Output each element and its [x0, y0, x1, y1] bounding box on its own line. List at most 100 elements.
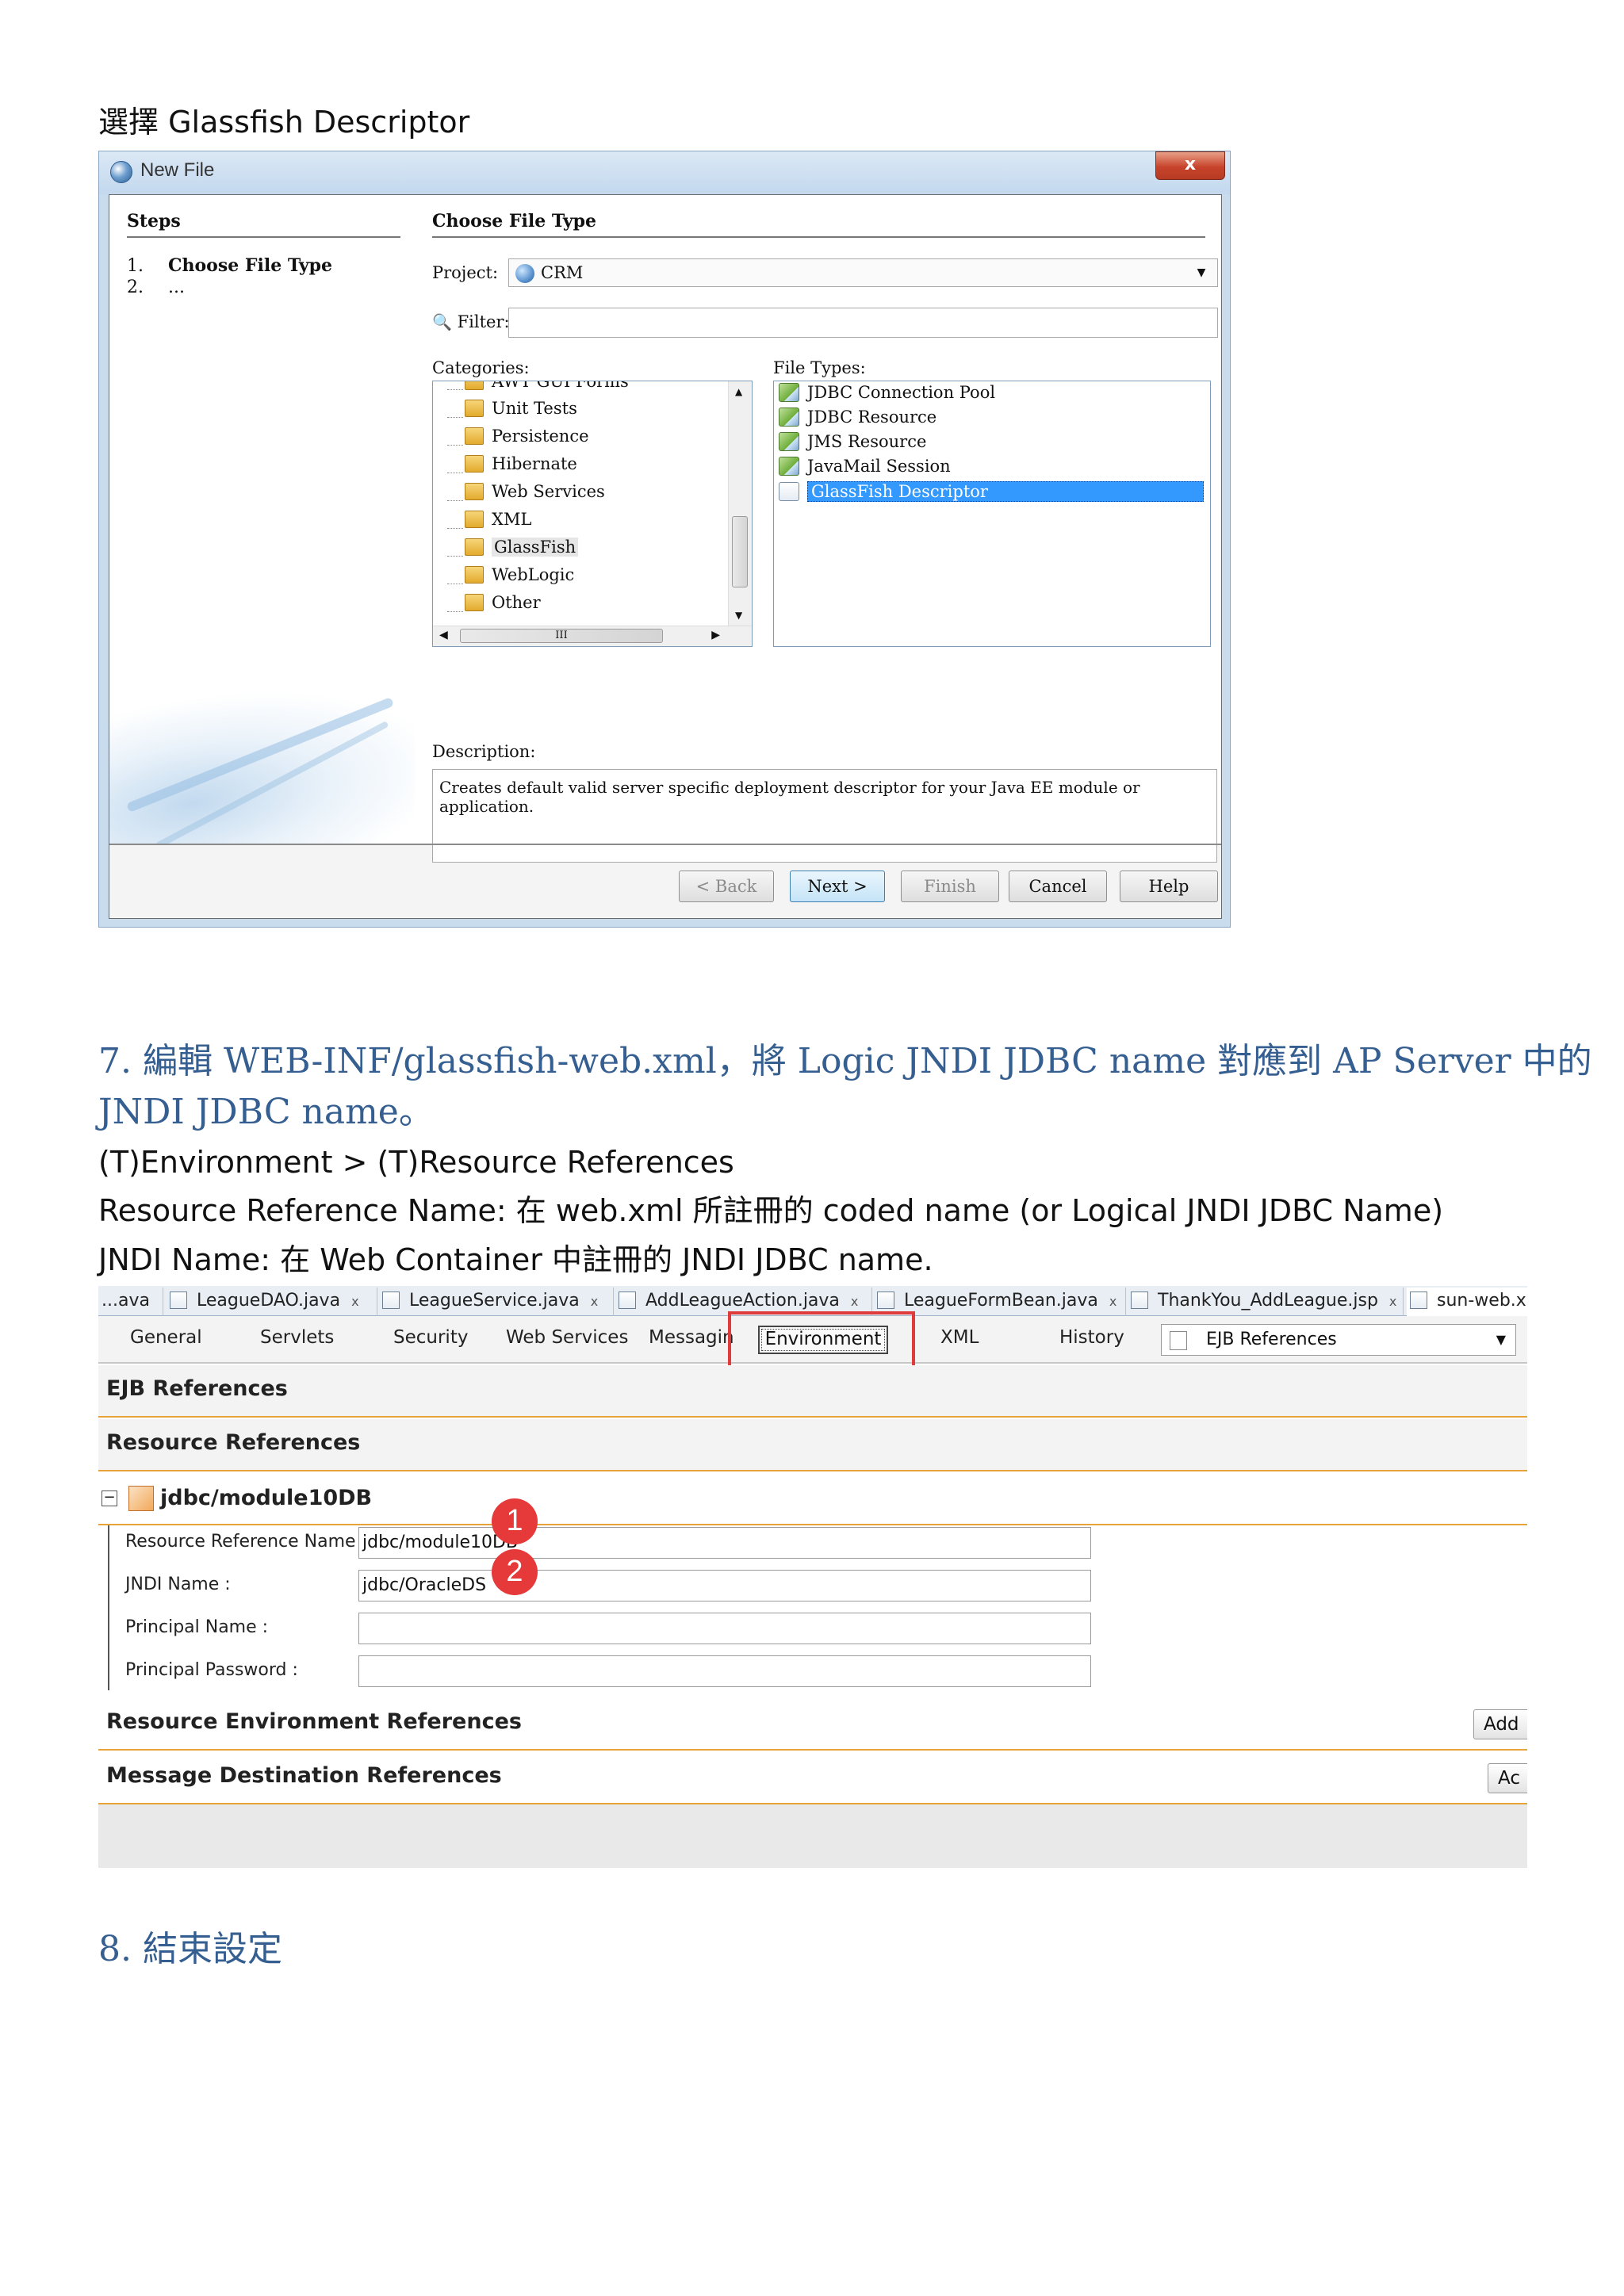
file-tab[interactable]: ThankYou_AddLeague.jsp x — [1128, 1288, 1404, 1316]
tree-connector — [447, 500, 463, 501]
annotation-badge-2: 2 — [492, 1549, 538, 1595]
folder-icon — [465, 566, 484, 584]
chevron-down-icon[interactable]: ▼ — [1190, 262, 1212, 283]
step8-heading: 8. 結束設定 — [98, 1929, 282, 1969]
help-button[interactable]: Help — [1120, 871, 1218, 902]
close-tab-icon[interactable]: x — [1109, 1288, 1116, 1315]
category-item[interactable]: Web Services — [465, 482, 605, 506]
tree-connector — [447, 445, 463, 446]
file-type-item[interactable]: JMS Resource — [779, 432, 926, 456]
section-title: Resource Environment References — [106, 1709, 522, 1734]
jndi-name-field[interactable]: jdbc/OracleDS — [358, 1570, 1091, 1601]
section-title: Resource References — [106, 1430, 361, 1455]
tree-connector-line — [108, 1525, 109, 1690]
back-button[interactable]: < Back — [679, 871, 774, 902]
nav-web-services[interactable]: Web Services — [506, 1327, 628, 1348]
step-label: ... — [168, 277, 185, 297]
references-combobox-value: EJB References — [1206, 1330, 1337, 1349]
file-tab[interactable]: LeagueService.java x — [379, 1288, 614, 1316]
add-button[interactable]: Add — [1473, 1709, 1527, 1739]
javamail-session-icon — [779, 457, 799, 476]
jms-resource-icon — [779, 432, 799, 451]
tree-connector — [447, 528, 463, 529]
folder-icon — [465, 483, 484, 500]
scroll-right-icon[interactable]: ▶ — [711, 629, 720, 641]
filter-input[interactable] — [508, 308, 1218, 338]
categories-tree[interactable]: AWT GUI Forms Unit Tests Persistence Hib… — [432, 381, 753, 647]
scroll-down-icon[interactable]: ▼ — [735, 610, 742, 621]
filter-label-group: 🔍 Filter: — [432, 312, 510, 331]
search-icon: 🔍 — [432, 312, 452, 331]
scroll-thumb[interactable]: III — [460, 629, 663, 643]
add-button[interactable]: Ac — [1488, 1763, 1527, 1793]
finish-button[interactable]: Finish — [901, 871, 999, 902]
principal-name-field[interactable] — [358, 1613, 1091, 1644]
nav-servlets[interactable]: Servlets — [260, 1327, 334, 1348]
categories-horizontal-scrollbar[interactable]: ◀ III ▶ — [433, 626, 752, 646]
file-type-item-selected[interactable]: GlassFish Descriptor — [779, 481, 1207, 505]
file-tab-active[interactable]: sun-web.xr — [1407, 1288, 1527, 1316]
nav-general[interactable]: General — [130, 1327, 202, 1348]
project-value: CRM — [541, 263, 584, 282]
nav-history[interactable]: History — [1059, 1327, 1124, 1348]
close-tab-icon[interactable]: x — [351, 1288, 358, 1315]
category-item-selected[interactable]: GlassFish — [465, 538, 579, 561]
nav-xml[interactable]: XML — [940, 1327, 979, 1348]
nav-security[interactable]: Security — [393, 1327, 468, 1348]
resource-reference-explanation: Resource Reference Name: 在 web.xml 所註冊的 … — [98, 1193, 1444, 1228]
close-tab-icon[interactable]: x — [1389, 1288, 1396, 1315]
nav-messaging[interactable]: Messaging — [649, 1327, 733, 1348]
step-number: 2. — [127, 277, 144, 297]
folder-icon — [465, 427, 484, 445]
section-message-destination-references[interactable]: Message Destination References Ac — [98, 1752, 1527, 1804]
file-tab[interactable]: LeagueDAO.java x — [167, 1288, 377, 1316]
scroll-left-icon[interactable]: ◀ — [439, 629, 448, 641]
java-file-icon — [877, 1292, 894, 1309]
close-tab-icon[interactable]: x — [591, 1288, 598, 1315]
folder-icon — [465, 511, 484, 528]
category-item[interactable]: AWT GUI Forms — [465, 381, 629, 396]
tree-connector — [447, 611, 463, 612]
tree-connector — [447, 389, 463, 390]
category-item[interactable]: Unit Tests — [465, 399, 577, 423]
categories-label: Categories: — [432, 358, 530, 377]
section-resource-environment-references[interactable]: Resource Environment References Add — [98, 1698, 1527, 1751]
resource-node-header[interactable]: − jdbc/module10DB — [98, 1473, 1527, 1525]
collapse-icon[interactable]: − — [102, 1490, 117, 1506]
project-combobox[interactable]: CRM ▼ — [508, 258, 1218, 287]
folder-icon — [465, 400, 484, 417]
editor-empty-area — [98, 1804, 1527, 1868]
file-type-item[interactable]: JDBC Connection Pool — [779, 383, 995, 407]
environment-highlight-box — [728, 1311, 915, 1373]
step-1: 1. Choose File Type — [127, 255, 332, 276]
section-ejb-references[interactable]: EJB References — [98, 1365, 1527, 1418]
principal-password-label: Principal Password : — [125, 1660, 298, 1680]
category-item[interactable]: Persistence — [465, 427, 589, 450]
steps-title: Steps — [127, 211, 181, 232]
category-item[interactable]: Hibernate — [465, 454, 577, 478]
categories-vertical-scrollbar[interactable]: ▲ ▼ — [728, 381, 752, 626]
principal-password-field[interactable] — [358, 1655, 1091, 1687]
scroll-up-icon[interactable]: ▲ — [735, 386, 742, 397]
file-type-item[interactable]: JavaMail Session — [779, 457, 951, 480]
jdbc-resource-icon — [779, 408, 799, 427]
file-tab[interactable]: ...ava — [98, 1288, 163, 1316]
category-item[interactable]: Other — [465, 593, 541, 617]
cancel-button[interactable]: Cancel — [1009, 871, 1107, 902]
close-button[interactable]: x — [1155, 151, 1225, 180]
file-types-list[interactable]: JDBC Connection Pool JDBC Resource JMS R… — [773, 381, 1211, 647]
category-item[interactable]: XML — [465, 510, 531, 534]
next-button[interactable]: Next > — [790, 871, 885, 902]
new-file-dialog: New File x Steps 1. Choose File Type 2. … — [98, 151, 1231, 928]
resource-reference-name-field[interactable]: jdbc/module10DB — [358, 1527, 1091, 1559]
resource-reference-name-label: Resource Reference Name : — [125, 1532, 367, 1552]
chevron-down-icon[interactable]: ▼ — [1496, 1325, 1506, 1355]
dialog-body: Steps 1. Choose File Type 2. ... Choose … — [109, 194, 1222, 919]
environment-path-text: (T)Environment > (T)Resource References — [98, 1145, 734, 1180]
category-item[interactable]: WebLogic — [465, 565, 574, 589]
xml-file-icon — [1410, 1292, 1427, 1309]
scroll-thumb[interactable] — [732, 516, 748, 587]
section-resource-references[interactable]: Resource References — [98, 1419, 1527, 1471]
file-type-item[interactable]: JDBC Resource — [779, 408, 936, 431]
references-combobox[interactable]: EJB References ▼ — [1161, 1324, 1516, 1356]
